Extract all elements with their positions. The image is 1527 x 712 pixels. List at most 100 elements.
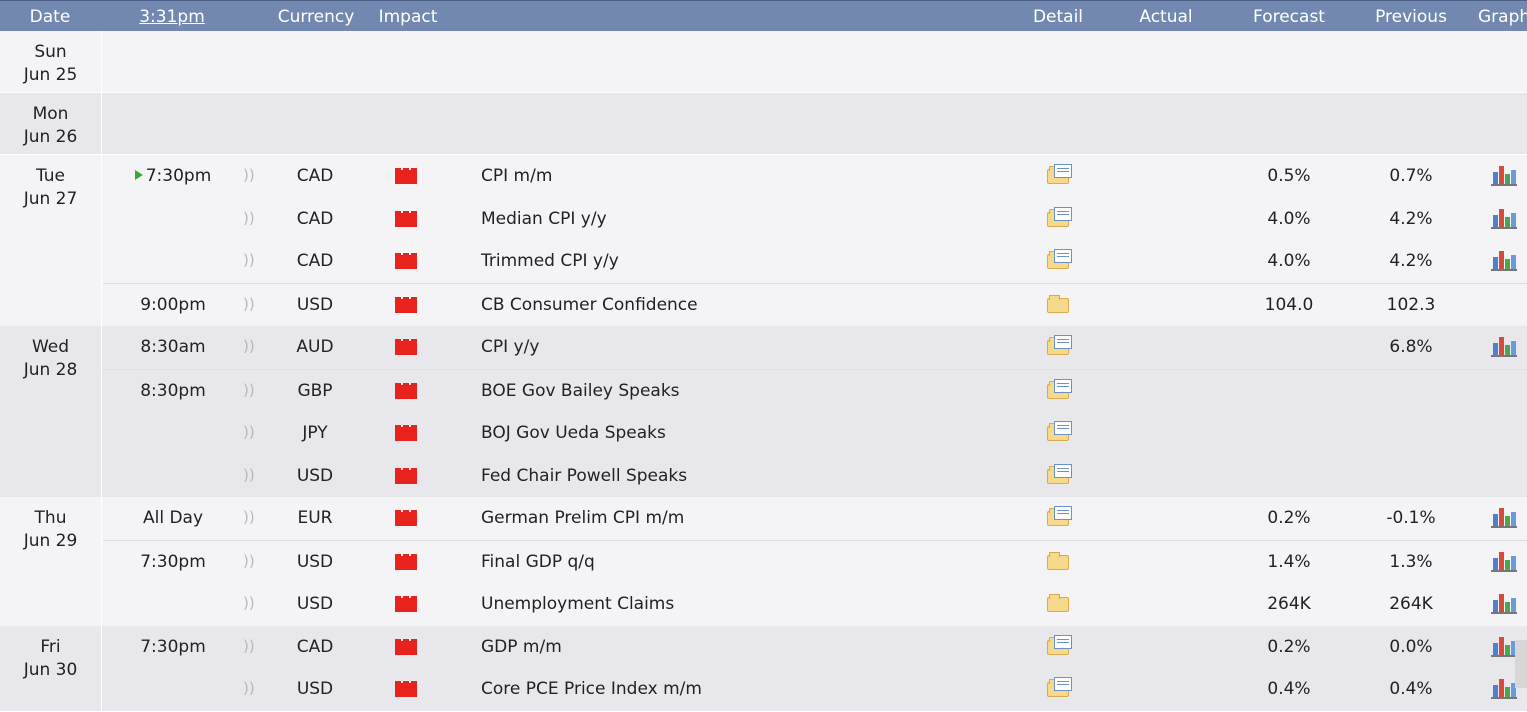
impact-high-icon — [395, 596, 417, 612]
event-time-text: 7:30pm — [145, 166, 212, 186]
detail-folder-doc-icon[interactable] — [1047, 634, 1072, 656]
detail-folder-icon[interactable] — [1047, 593, 1072, 613]
event-name[interactable]: Fed Chair Powell Speaks — [481, 466, 687, 486]
event-row[interactable]: )) JPY BOJ Gov Ueda Speaks — [103, 412, 1527, 455]
event-row[interactable]: )) CAD Trimmed CPI y/y 4.0% 4.2% — [103, 240, 1527, 283]
detail-folder-doc-icon[interactable] — [1047, 164, 1072, 185]
event-previous: 4.2% — [1389, 208, 1433, 229]
detail-folder-doc-icon[interactable] — [1047, 463, 1072, 485]
impact-high-icon — [395, 168, 417, 184]
graph-icon[interactable] — [1491, 592, 1517, 614]
event-name[interactable]: Core PCE Price Index m/m — [481, 679, 702, 699]
sound-alert-icon[interactable]: )) — [243, 295, 259, 313]
sound-alert-icon[interactable]: )) — [243, 637, 259, 655]
event-row[interactable]: 7:30pm)) USD Final GDP q/q 1.4% 1.3% — [103, 539, 1527, 584]
impact-high-icon — [395, 253, 417, 269]
impact-high-icon — [395, 425, 417, 441]
sound-alert-icon[interactable]: )) — [243, 552, 259, 570]
event-forecast: 104.0 — [1264, 294, 1314, 315]
event-time: 7:30pm — [103, 166, 243, 186]
event-row[interactable]: 7:30pm)) CAD GDP m/m 0.2% 0.0% — [103, 626, 1527, 669]
event-row[interactable]: 8:30am)) AUD CPI y/y 6.8% — [103, 326, 1527, 369]
sound-alert-icon[interactable]: )) — [243, 679, 259, 697]
day-group: Tue Jun 27 7:30pm)) CAD CPI m/m 0.5% 0.7%)) CAD… — [0, 155, 1527, 326]
event-name[interactable]: Unemployment Claims — [481, 594, 674, 614]
detail-folder-doc-icon[interactable] — [1047, 335, 1072, 356]
event-row[interactable]: )) USD Unemployment Claims 264K 264K — [103, 583, 1527, 626]
graph-icon[interactable] — [1491, 677, 1517, 699]
day-label: Wed Jun 28 — [0, 326, 102, 497]
day-label: Mon Jun 26 — [0, 93, 102, 154]
detail-folder-doc-icon[interactable] — [1047, 249, 1072, 270]
event-previous: 6.8% — [1389, 337, 1433, 357]
graph-icon[interactable] — [1491, 335, 1517, 357]
event-currency: USD — [296, 594, 334, 614]
detail-folder-doc-icon[interactable] — [1047, 206, 1072, 228]
graph-icon[interactable] — [1491, 249, 1517, 271]
graph-icon[interactable] — [1491, 506, 1517, 528]
event-currency: JPY — [302, 423, 328, 443]
event-row[interactable]: 9:00pm)) USD CB Consumer Confidence 104.0 10… — [103, 282, 1527, 327]
sound-alert-icon[interactable]: )) — [243, 594, 259, 612]
event-row[interactable]: )) CAD Median CPI y/y 4.0% 4.2% — [103, 198, 1527, 241]
day-group: Thu Jun 29 All Day)) EUR German Prelim CPI m… — [0, 497, 1527, 626]
event-currency: CAD — [296, 166, 334, 186]
day-date: Jun 30 — [23, 659, 78, 680]
header-previous: Previous — [1375, 7, 1447, 27]
event-name[interactable]: GDP m/m — [481, 637, 562, 657]
detail-folder-doc-icon[interactable] — [1047, 378, 1072, 400]
header-detail: Detail — [1032, 7, 1084, 27]
day-date: Jun 29 — [23, 531, 78, 551]
detail-folder-icon[interactable] — [1047, 551, 1072, 571]
header-currency: Currency — [277, 7, 355, 27]
detail-folder-doc-icon[interactable] — [1047, 421, 1072, 442]
event-row[interactable]: 7:30pm)) CAD CPI m/m 0.5% 0.7% — [103, 155, 1527, 198]
event-forecast: 4.0% — [1267, 208, 1311, 229]
day-name: Mon — [32, 104, 69, 124]
next-event-play-icon — [134, 170, 143, 180]
event-row[interactable]: )) USD Fed Chair Powell Speaks — [103, 455, 1527, 498]
sound-alert-icon[interactable]: )) — [243, 166, 259, 184]
event-name[interactable]: Trimmed CPI y/y — [481, 251, 619, 271]
event-name[interactable]: CPI m/m — [481, 166, 552, 186]
sound-alert-icon[interactable]: )) — [243, 337, 259, 355]
sound-alert-icon[interactable]: )) — [243, 508, 259, 526]
event-name[interactable]: Final GDP q/q — [481, 552, 595, 572]
event-name[interactable]: CB Consumer Confidence — [481, 295, 698, 315]
event-name[interactable]: BOE Gov Bailey Speaks — [481, 381, 680, 401]
event-time: 8:30am — [103, 337, 243, 357]
detail-folder-doc-icon[interactable] — [1047, 506, 1072, 527]
graph-icon[interactable] — [1491, 164, 1517, 186]
event-row[interactable]: )) USD Core PCE Price Index m/m 0.4% 0.4% — [103, 668, 1527, 711]
day-group: Wed Jun 28 8:30am)) AUD CPI y/y 6.8% 8:30pm)) G… — [0, 326, 1527, 497]
header-forecast: Forecast — [1253, 7, 1325, 27]
detail-folder-doc-icon[interactable] — [1047, 677, 1072, 698]
event-name[interactable]: CPI y/y — [481, 337, 539, 357]
sound-alert-icon[interactable]: )) — [243, 423, 259, 441]
sound-alert-icon[interactable]: )) — [243, 209, 259, 227]
event-name[interactable]: Median CPI y/y — [481, 209, 607, 229]
impact-high-icon — [395, 681, 417, 697]
graph-icon[interactable] — [1491, 635, 1517, 657]
sound-alert-icon[interactable]: )) — [243, 381, 259, 399]
event-forecast: 0.2% — [1267, 508, 1311, 528]
day-group: Sun Jun 25 — [0, 31, 1527, 93]
impact-high-icon — [395, 296, 417, 313]
header-time-link[interactable]: 3:31pm — [130, 7, 214, 27]
detail-folder-icon[interactable] — [1047, 294, 1072, 314]
sound-alert-icon[interactable]: )) — [243, 251, 259, 269]
graph-icon[interactable] — [1491, 550, 1517, 572]
sound-alert-icon[interactable]: )) — [243, 466, 259, 484]
event-row[interactable]: All Day)) EUR German Prelim CPI m/m 0.2% -0.… — [103, 497, 1527, 540]
calendar-header: Date 3:31pm Currency Impact Detail Actua… — [0, 0, 1527, 31]
scrollbar-thumb[interactable] — [1515, 640, 1527, 688]
event-currency: USD — [296, 679, 334, 699]
event-forecast: 0.4% — [1267, 679, 1311, 699]
event-row[interactable]: 8:30pm)) GBP BOE Gov Bailey Speaks — [103, 368, 1527, 413]
day-group: Mon Jun 26 — [0, 93, 1527, 155]
impact-high-icon — [395, 510, 417, 526]
event-name[interactable]: BOJ Gov Ueda Speaks — [481, 423, 666, 443]
graph-icon[interactable] — [1491, 207, 1517, 229]
event-currency: CAD — [296, 636, 334, 657]
event-name[interactable]: German Prelim CPI m/m — [481, 508, 684, 528]
